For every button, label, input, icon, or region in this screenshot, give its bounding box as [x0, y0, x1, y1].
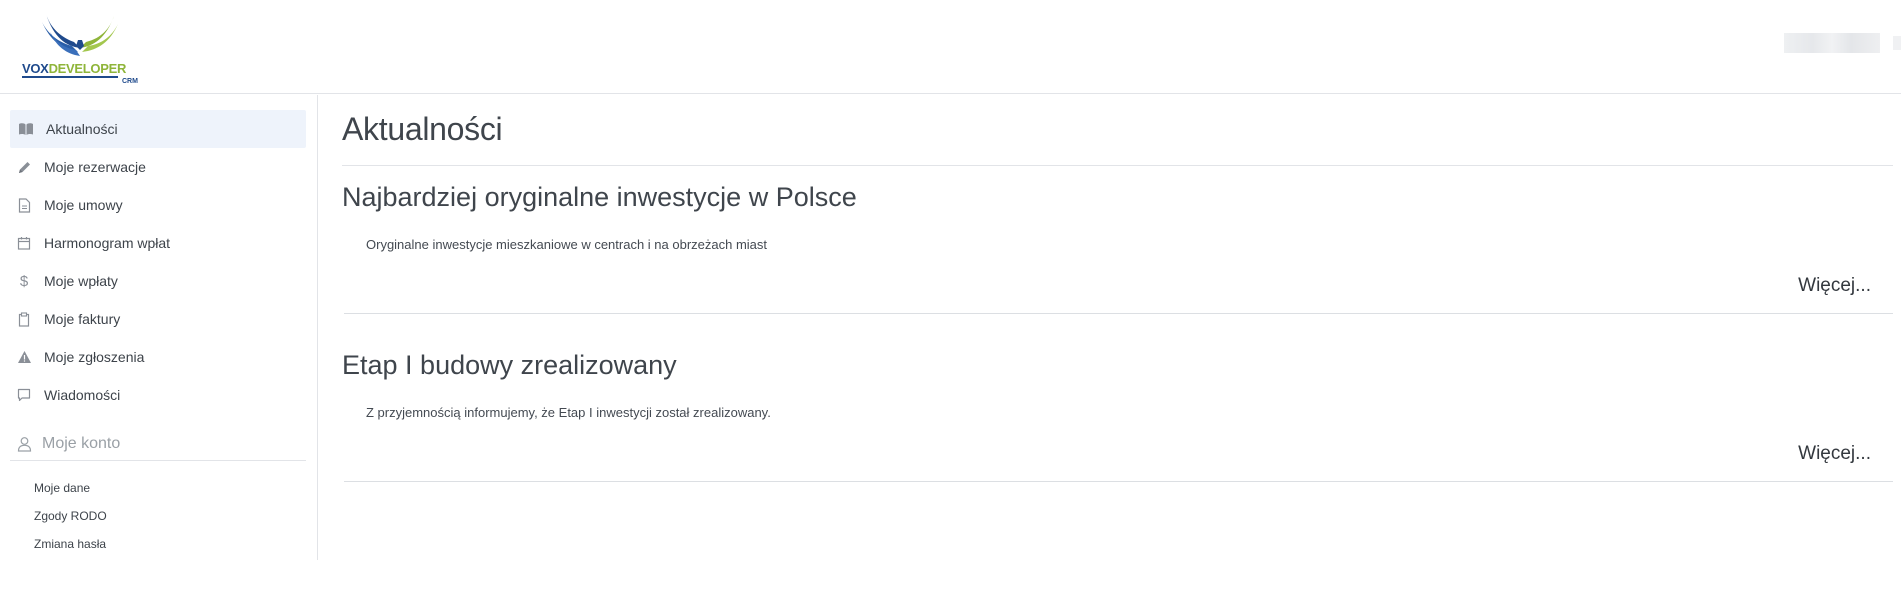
account-section-label: Moje konto	[42, 434, 121, 452]
sidebar-item-harmonogram[interactable]: Harmonogram wpłat	[10, 224, 306, 262]
user-menu-placeholder[interactable]	[1784, 33, 1880, 53]
sidebar-item-label: Moje wpłaty	[44, 273, 118, 289]
open-book-icon	[18, 121, 34, 137]
sidebar: Aktualności Moje rezerwacje Moje umowy H…	[0, 95, 318, 560]
sidebar-item-wplaty[interactable]: $ Moje wpłaty	[10, 262, 306, 300]
news-description: Z przyjemnością informujemy, że Etap I i…	[366, 405, 771, 420]
sidebar-item-label: Moje faktury	[44, 311, 121, 327]
sidebar-item-umowy[interactable]: Moje umowy	[10, 186, 306, 224]
document-icon	[16, 197, 32, 213]
news-more-link[interactable]: Więcej...	[1798, 275, 1871, 297]
logo-underline	[22, 76, 118, 78]
warning-icon	[16, 349, 32, 365]
news-title: Najbardziej oryginalne inwestycje w Pols…	[342, 182, 857, 212]
sidebar-item-label: Harmonogram wpłat	[44, 235, 171, 251]
news-title: Etap I budowy zrealizowany	[342, 350, 677, 380]
pencil-icon	[16, 159, 32, 175]
user-icon	[16, 436, 32, 452]
main-content: Aktualności Najbardziej oryginalne inwes…	[342, 95, 1893, 595]
sidebar-item-label: Moje umowy	[44, 197, 123, 213]
sidebar-item-label: Wiadomości	[44, 387, 121, 403]
sidebar-item-label: Moje rezerwacje	[44, 159, 146, 175]
top-header: VOXDEVELOPER CRM	[0, 0, 1901, 94]
sidebar-item-zgloszenia[interactable]: Moje zgłoszenia	[10, 338, 306, 376]
page-title: Aktualności	[342, 111, 503, 147]
clipboard-icon	[16, 311, 32, 327]
account-item-moje-dane[interactable]: Moje dane	[34, 481, 90, 495]
sidebar-item-faktury[interactable]: Moje faktury	[10, 300, 306, 338]
sidebar-item-wiadomosci[interactable]: Wiadomości	[10, 376, 306, 414]
calendar-icon	[16, 235, 32, 251]
news-more-link[interactable]: Więcej...	[1798, 443, 1871, 465]
logo-wordmark: VOXDEVELOPER	[22, 61, 127, 76]
sidebar-item-label: Moje zgłoszenia	[44, 349, 145, 365]
chat-icon	[16, 387, 32, 403]
header-edge-element	[1893, 36, 1901, 50]
account-item-zmiana-hasla[interactable]: Zmiana hasła	[34, 537, 106, 551]
news-divider	[344, 313, 1893, 314]
sidebar-item-rezerwacje[interactable]: Moje rezerwacje	[10, 148, 306, 186]
dollar-icon: $	[19, 272, 29, 290]
news-divider	[344, 481, 1893, 482]
news-description: Oryginalne inwestycje mieszkaniowe w cen…	[366, 237, 768, 252]
sidebar-item-label: Aktualności	[46, 121, 118, 137]
eagle-wings-icon	[42, 14, 118, 56]
logo-crm-label: CRM	[122, 78, 138, 85]
sidebar-item-aktualnosci[interactable]: Aktualności	[10, 110, 306, 148]
title-divider	[342, 165, 1893, 166]
account-section-header[interactable]: Moje konto	[10, 427, 306, 461]
vox-developer-logo[interactable]: VOXDEVELOPER CRM	[22, 12, 142, 85]
account-item-zgody-rodo[interactable]: Zgody RODO	[34, 509, 107, 523]
